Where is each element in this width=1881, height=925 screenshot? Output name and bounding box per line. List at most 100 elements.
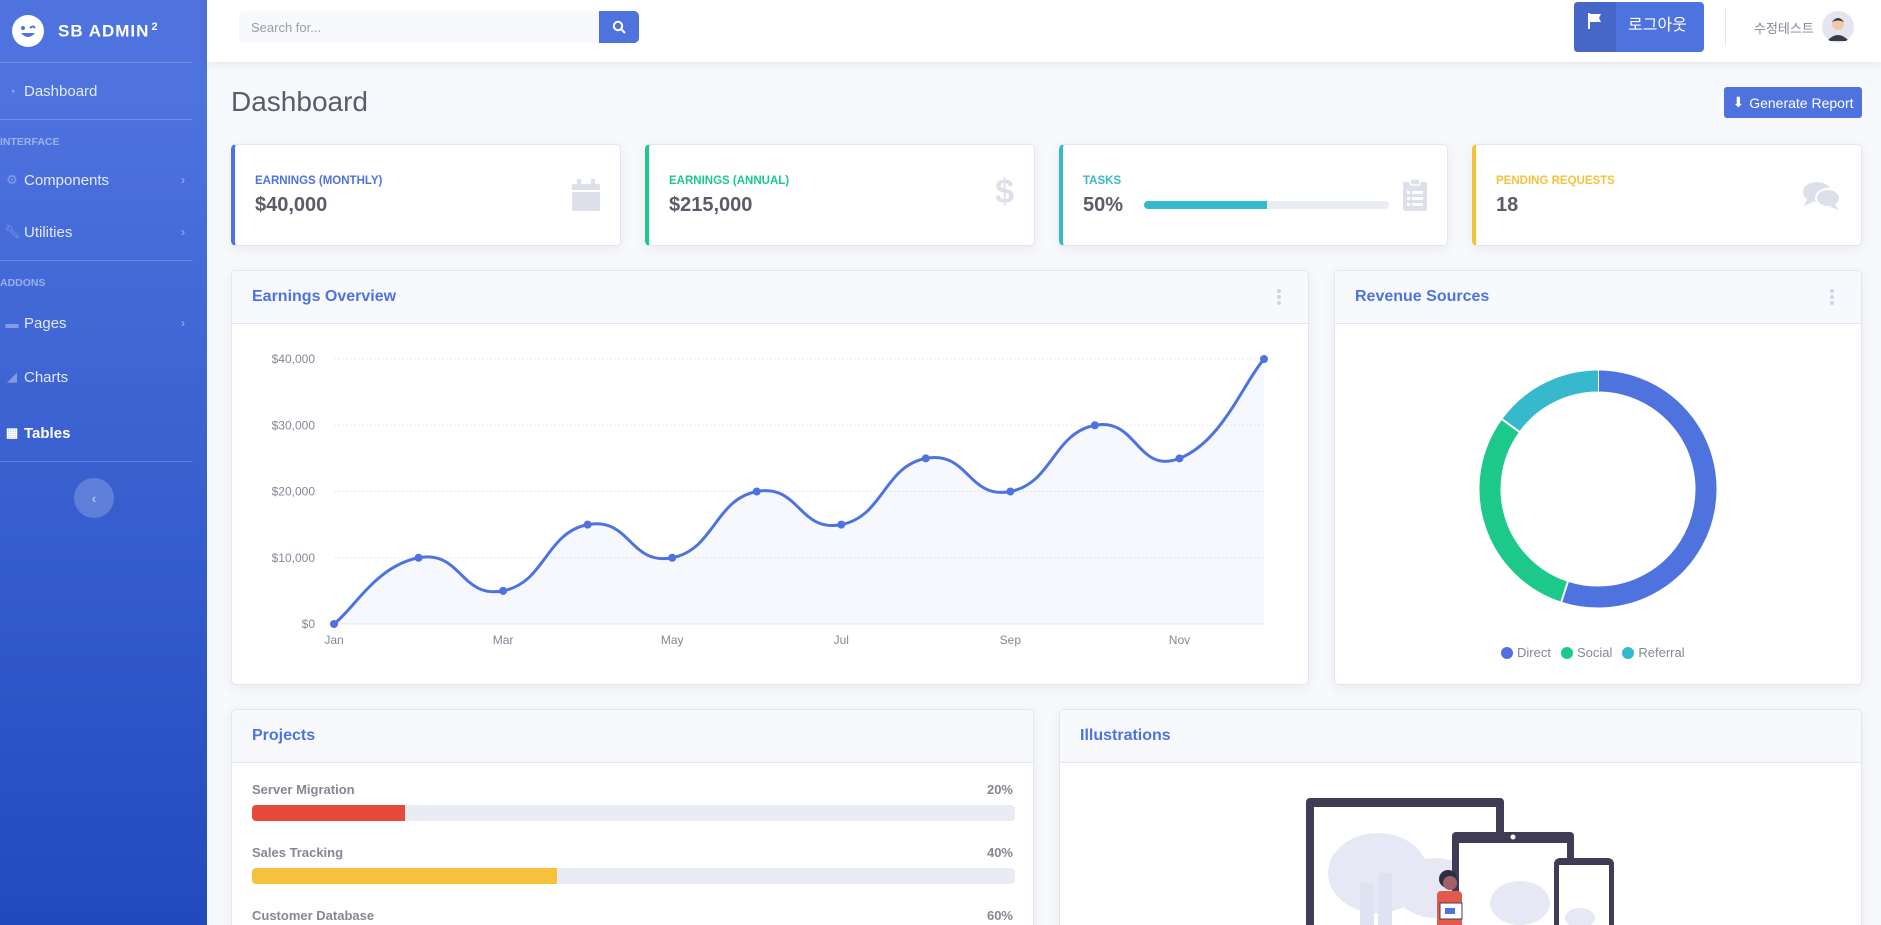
sidebar: SB ADMIN 2 ◔ Dashboard INTERFACE ⚙ Compon…	[0, 0, 207, 925]
y-tick-label: $10,000	[272, 551, 316, 565]
logout-label: 로그아웃	[1628, 17, 1687, 34]
stat-label: PENDING REQUESTS	[1496, 175, 1615, 187]
x-tick-label: Mar	[493, 633, 514, 647]
data-point	[330, 620, 338, 628]
chevron-right-icon: ›	[181, 173, 185, 187]
project-percent: 40%	[986, 845, 1013, 860]
sidebar-heading-interface: INTERFACE	[0, 136, 60, 148]
data-point	[1006, 487, 1015, 496]
sidebar-item-pages[interactable]: ▬ Pages ›	[0, 297, 207, 349]
project-name: Sales Tracking	[252, 845, 344, 860]
stat-card-annual: EARNINGS (ANNUAL) $215,000 $	[645, 144, 1035, 246]
legend-dot	[1622, 646, 1635, 659]
sidebar-item-label: Utilities	[24, 223, 73, 241]
stat-value: $40,000	[255, 194, 328, 216]
stat-value: 50%	[1083, 194, 1124, 216]
doughnut-slice	[1502, 370, 1599, 432]
comments-icon	[1803, 181, 1841, 216]
chevron-right-icon: ›	[181, 316, 185, 330]
topbar: 로그아웃 수정테스트	[207, 0, 1881, 62]
more-vertical-icon[interactable]	[1277, 289, 1281, 305]
clipboard-list-icon	[1403, 178, 1427, 216]
avatar	[1821, 11, 1854, 43]
legend-dot	[1560, 646, 1573, 659]
x-tick-label: Jul	[834, 633, 849, 647]
chart-area-icon: ◢	[7, 369, 17, 384]
user-name: 수정테스트	[1754, 20, 1814, 36]
tasks-progress-bar	[1144, 201, 1389, 209]
search-button[interactable]	[599, 11, 639, 43]
sidebar-item-components[interactable]: ⚙ Components ›	[0, 156, 207, 204]
sidebar-divider	[0, 461, 192, 462]
page-title: Dashboard	[231, 86, 368, 117]
cog-icon: ⚙	[6, 172, 18, 187]
stat-value: 18	[1496, 194, 1519, 216]
topbar-divider	[1725, 9, 1726, 46]
y-tick-label: $0	[302, 617, 316, 631]
wrench-icon: 🔧︎	[3, 224, 21, 239]
y-tick-label: $20,000	[272, 485, 316, 499]
projects-card: Projects Server Migration 20% Sales Trac…	[231, 709, 1034, 925]
y-tick-label: $30,000	[272, 418, 316, 432]
sidebar-toggle-button[interactable]: ‹	[74, 478, 114, 518]
sidebar-item-label: Charts	[24, 368, 69, 386]
legend-item-referral: Referral	[1622, 645, 1685, 660]
project-name: Customer Database	[252, 908, 375, 923]
search-input[interactable]	[239, 11, 599, 43]
sidebar-item-dashboard[interactable]: ◔ Dashboard	[0, 63, 207, 119]
project-progress-bar	[252, 868, 1015, 884]
stat-label: EARNINGS (MONTHLY)	[255, 175, 383, 187]
flag-icon	[1574, 2, 1616, 52]
sidebar-item-label: Tables	[24, 424, 71, 442]
chevron-left-icon: ‹	[91, 490, 97, 506]
data-point	[921, 454, 930, 463]
folder-icon: ▬	[5, 315, 19, 331]
stat-card-monthly: EARNINGS (MONTHLY) $40,000	[231, 144, 621, 246]
generate-report-button[interactable]: ⬇ Generate Report	[1724, 87, 1862, 118]
revenue-doughnut-chart	[1479, 370, 1717, 608]
revenue-card: Revenue Sources	[1334, 270, 1862, 685]
table-icon: ▦	[5, 425, 19, 440]
project-name: Server Migration	[252, 782, 355, 797]
data-point	[1090, 421, 1099, 430]
data-point	[499, 586, 508, 595]
brand[interactable]: SB ADMIN 2	[0, 0, 207, 62]
legend-item-direct: Direct	[1501, 645, 1551, 660]
more-vertical-icon[interactable]	[1830, 289, 1834, 305]
project-progress-bar	[252, 805, 1015, 821]
stat-card-tasks: TASKS 50%	[1059, 144, 1448, 246]
sidebar-item-utilities[interactable]: 🔧︎ Utilities ›	[0, 204, 207, 260]
tachometer-icon: ◔	[8, 83, 16, 99]
stat-value: $215,000	[669, 194, 753, 216]
data-point	[414, 553, 423, 562]
download-icon: ⬇	[1732, 94, 1745, 110]
sidebar-item-charts[interactable]: ◢ Charts	[0, 349, 207, 405]
project-percent: 20%	[986, 782, 1013, 797]
x-tick-label: Nov	[1169, 633, 1190, 647]
legend-label: Referral	[1638, 645, 1685, 660]
search-icon	[612, 20, 626, 34]
sidebar-item-tables[interactable]: ▦ Tables	[0, 405, 207, 461]
data-point	[583, 520, 592, 529]
dollar-icon: $	[995, 173, 1014, 211]
data-point	[668, 553, 677, 562]
data-point	[752, 487, 761, 496]
user-dropdown[interactable]: 수정테스트	[1754, 11, 1854, 43]
calendar-icon	[572, 179, 600, 216]
earnings-line-chart: $0 $10,000 $20,000 $30,000 $40,000 Jan Mar May J…	[272, 352, 1268, 647]
y-tick-label: $40,000	[272, 352, 316, 366]
revenue-legend: Direct Social Referral	[1501, 645, 1685, 660]
sidebar-item-label: Dashboard	[24, 82, 98, 100]
x-tick-label: May	[661, 633, 684, 647]
logout-button[interactable]: 로그아웃	[1574, 2, 1704, 52]
card-title: Projects	[252, 727, 316, 744]
tasks-progress-fill	[1144, 201, 1267, 209]
earnings-card: Earnings Overview $0 $10,000 $20,000 $30,00…	[231, 270, 1309, 685]
project-progress-fill	[252, 805, 405, 821]
x-tick-label: Sep	[1000, 633, 1022, 647]
projects-card-header: Projects	[232, 710, 1033, 763]
card-title: Revenue Sources	[1355, 288, 1490, 305]
data-point	[1260, 355, 1268, 363]
stat-label: TASKS	[1083, 175, 1122, 187]
data-point	[1175, 454, 1184, 463]
